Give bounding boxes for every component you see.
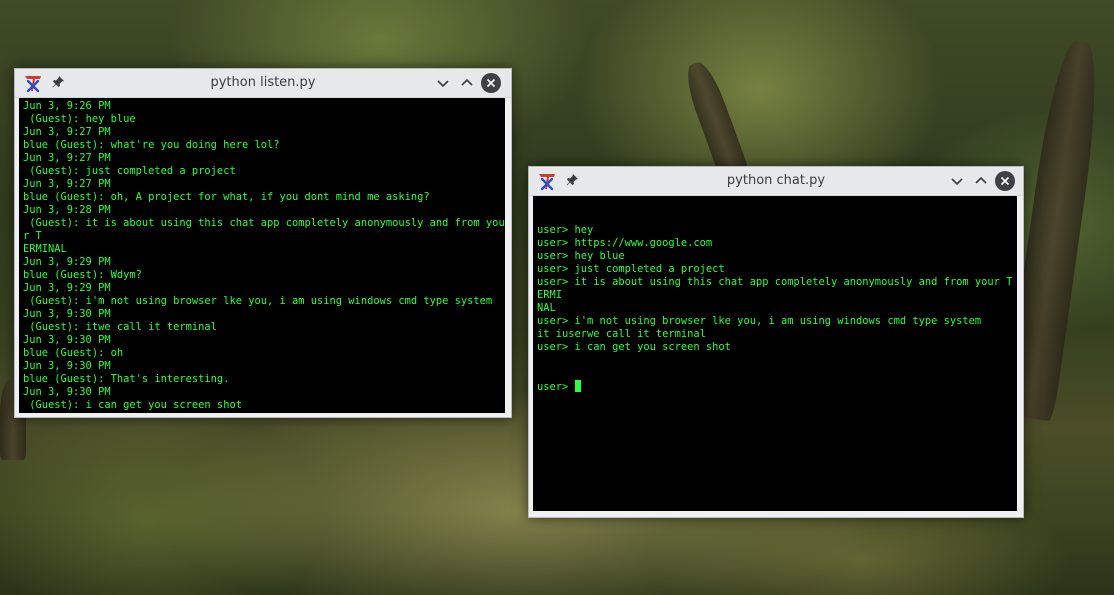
terminal-line: Jun 3, 9:30 PM (23, 308, 111, 320)
chat-terminal[interactable]: user> hey user> https://www.google.com use… (533, 196, 1017, 511)
terminal-line: Jun 3, 9:28 PM (23, 204, 111, 216)
terminal-line: user> hey blue (537, 250, 625, 262)
terminal-line: blue (Guest): That's interesting. (23, 373, 230, 385)
terminal-line: blue (Guest): oh (23, 347, 124, 359)
terminal-line: Jun 3, 9:27 PM (23, 178, 111, 190)
close-icon[interactable] (995, 171, 1015, 191)
terminal-line: Jun 3, 9:29 PM (23, 256, 111, 268)
chevron-down-icon[interactable] (433, 73, 453, 93)
terminal-line: Jun 3, 9:26 PM (23, 100, 111, 112)
terminal-line: NAL (537, 302, 556, 314)
terminal-line: it iuserwe call it terminal (537, 328, 706, 340)
terminal-line: user> https://www.google.com (537, 237, 713, 249)
terminal-line: Jun 3, 9:29 PM (23, 282, 111, 294)
terminal-line: Jun 3, 9:30 PM (23, 386, 111, 398)
terminal-line: blue (Guest): Wdym? (23, 269, 142, 281)
listen-terminal-output[interactable]: Jun 3, 9:26 PM (Guest): hey blue Jun 3, 9… (19, 98, 505, 413)
terminal-line: Jun 3, 9:27 PM (23, 152, 111, 164)
terminal-line: user> i'm not using browser lke you, i a… (537, 315, 982, 327)
terminal-line: (Guest): itwe call it terminal (23, 321, 217, 333)
listen-window-titlebar[interactable]: python listen.py (15, 69, 511, 98)
listen-window[interactable]: python listen.py Jun 3, 9:26 PM (Guest):… (14, 68, 512, 418)
terminal-line: (Guest): i can get you screen shot (23, 399, 242, 411)
prompt-text: user> (537, 381, 575, 393)
chevron-up-icon[interactable] (457, 73, 477, 93)
terminal-line: Jun 3, 9:30 PM (23, 360, 111, 372)
terminal-line: Jun 3, 9:27 PM (23, 126, 111, 138)
terminal-line: Jun 3, 9:30 PM (23, 334, 111, 346)
terminal-line: (Guest): i'm not using browser lke you, … (23, 295, 493, 307)
terminal-line: ERMINAL (23, 243, 67, 255)
chat-window-titlebar[interactable]: python chat.py (529, 167, 1023, 196)
terminal-line: blue (Guest): what're you doing here lol… (23, 139, 280, 151)
chevron-down-icon[interactable] (947, 171, 967, 191)
close-icon[interactable] (481, 73, 501, 93)
text-cursor (574, 380, 581, 392)
terminal-line: (Guest): just completed a project (23, 165, 236, 177)
terminal-line: (Guest): hey blue (23, 113, 136, 125)
prompt-line[interactable]: user> (537, 380, 1017, 394)
terminal-line: (Guest): it is about using this chat app… (23, 217, 505, 242)
terminal-line: user> i can get you screen shot (537, 341, 731, 353)
terminal-line: user> just completed a project (537, 263, 725, 275)
chat-window[interactable]: python chat.py user> hey user> https://ww… (528, 166, 1024, 518)
chat-terminal-output: user> hey user> https://www.google.com use… (537, 224, 1017, 354)
tree-branch (680, 58, 750, 182)
chevron-up-icon[interactable] (971, 171, 991, 191)
terminal-line: blue (Guest): oh, A project for what, if… (23, 191, 430, 203)
terminal-line: user> hey (537, 224, 594, 236)
terminal-line: user> it is about using this chat app co… (537, 276, 1013, 301)
